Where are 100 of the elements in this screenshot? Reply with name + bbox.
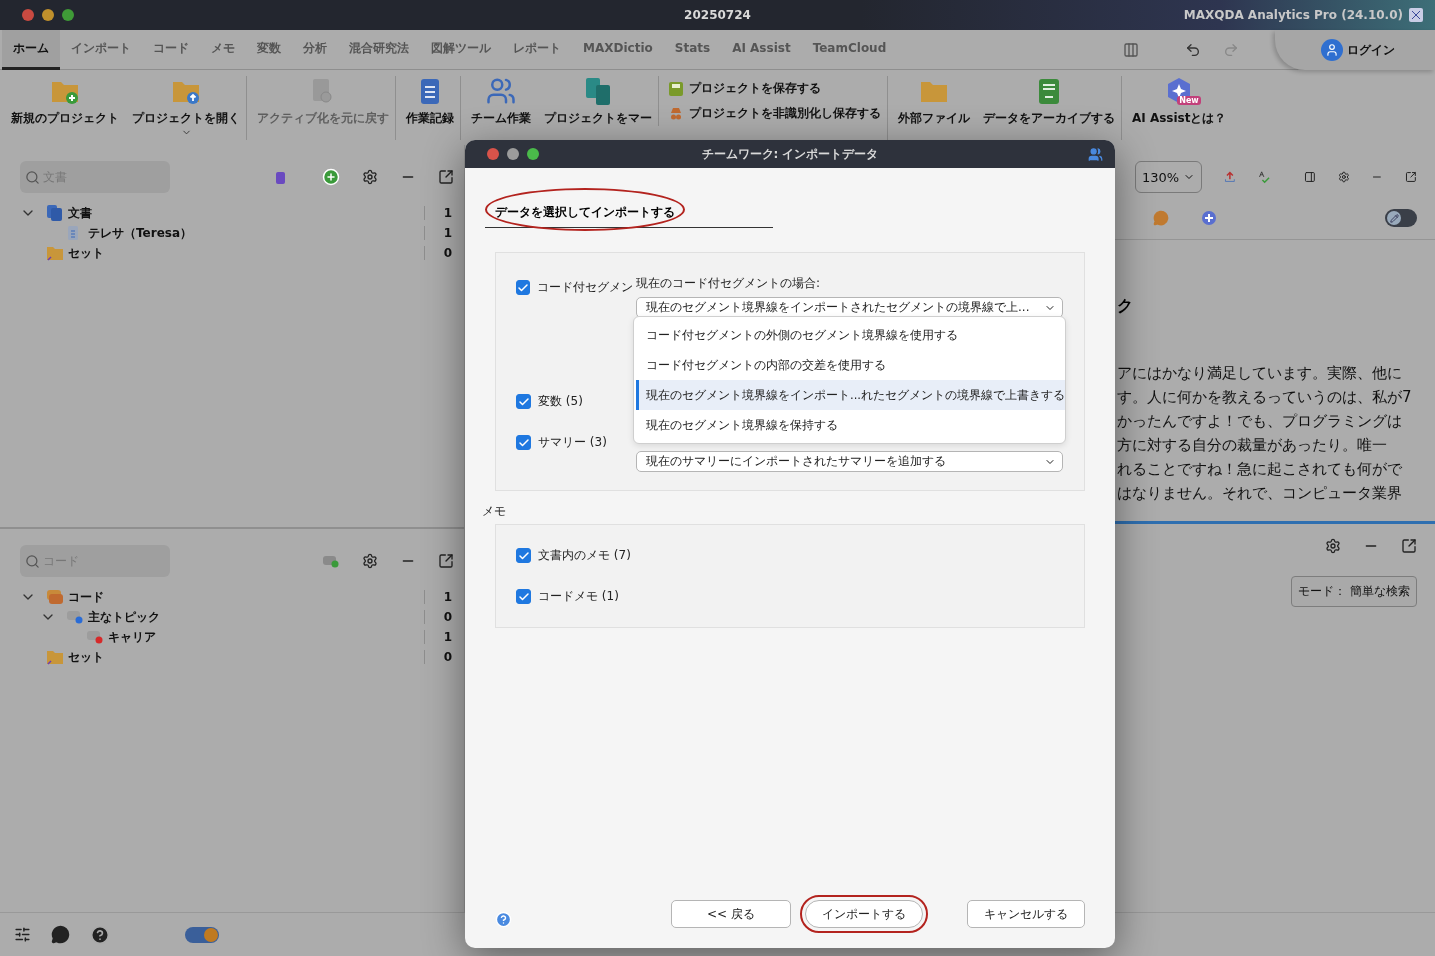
dropdown-option[interactable]: コード付セグメントの内部の交差を使用する	[634, 350, 1065, 380]
minimize-button[interactable]	[42, 9, 54, 21]
document-heading: ク	[1117, 296, 1134, 317]
settings-icon[interactable]	[1325, 538, 1341, 554]
checkbox[interactable]	[516, 548, 531, 563]
tree-item[interactable]: キャリア	[108, 628, 156, 646]
ribbon-button[interactable]: 新規のプロジェクト	[4, 76, 125, 140]
document-text: 方に対する自分の裁量があったり。唯一	[1117, 435, 1388, 456]
item-count: 1	[424, 590, 454, 604]
dialog-title: チームワーク: インポートデータ	[701, 145, 879, 163]
chat-icon[interactable]	[51, 925, 70, 944]
users-icon	[486, 76, 516, 106]
checkbox[interactable]	[516, 394, 531, 409]
spellcheck-icon[interactable]	[1257, 169, 1270, 185]
checkbox-label: サマリー (3)	[538, 434, 607, 451]
tree-item[interactable]: 主なトピック	[88, 608, 160, 626]
pop-out-icon[interactable]	[1401, 538, 1417, 554]
document-text: かったんですよ！でも、プログラミングは	[1117, 411, 1403, 432]
save-icon	[669, 81, 683, 96]
dropdown-option[interactable]: コード付セグメントの外側のセグメント境界線を使用する	[634, 320, 1065, 350]
ribbon-button[interactable]: プロジェクトを保存する	[658, 76, 881, 101]
pop-out-icon[interactable]	[1405, 169, 1417, 185]
ribbon-button[interactable]: 作業記録	[395, 76, 460, 140]
search-icon	[25, 553, 40, 569]
undo-icon[interactable]	[1185, 41, 1201, 58]
close-button[interactable]	[487, 148, 499, 160]
edit-toggle[interactable]	[1385, 209, 1417, 227]
app-name: MAXQDA Analytics Pro (24.10.0)	[1183, 8, 1403, 22]
checkbox[interactable]	[516, 435, 531, 450]
users-icon	[1088, 146, 1103, 162]
set-folder-icon	[46, 245, 64, 261]
item-count: 0	[424, 650, 454, 664]
code-tag-icon	[66, 610, 84, 624]
ribbon-button[interactable]: プロジェクトを開く	[125, 76, 246, 140]
code-tags-icon	[46, 589, 64, 605]
dropdown-select[interactable]: 現在のサマリーにインポートされたサマリーを追加する	[636, 451, 1063, 472]
sliders-icon[interactable]	[14, 926, 31, 943]
close-button[interactable]	[22, 9, 34, 21]
document-text: す。人に何かを教えるっていうのは、私が7	[1117, 387, 1413, 408]
dropdown-option[interactable]: 現在のセグメント境界線をインポート...れたセグメントの境界線で上書きする	[636, 380, 1065, 410]
user-avatar-icon	[1321, 39, 1343, 61]
select-caption: 現在のコード付セグメントの場合:	[636, 275, 822, 292]
settings-icon[interactable]	[362, 169, 378, 185]
window-title: 20250724	[684, 8, 751, 22]
tree-item[interactable]: コード	[68, 588, 104, 606]
zoom-button[interactable]	[62, 9, 74, 21]
pop-out-icon[interactable]	[438, 553, 454, 569]
checkbox-label: 変数 (5)	[538, 393, 583, 410]
minimize-button[interactable]	[507, 148, 519, 160]
tree-item[interactable]: セット	[68, 648, 104, 666]
columns-icon[interactable]	[1123, 41, 1139, 58]
search-icon	[25, 169, 40, 185]
item-count: 1	[424, 226, 454, 240]
checkbox-label: コードメモ (1)	[538, 588, 619, 605]
item-count: 0	[424, 246, 454, 260]
code-tag-icon	[86, 630, 104, 644]
section-heading: データを選択してインポートする	[485, 188, 685, 231]
ribbon-button[interactable]: プロジェクトを非識別化し保存する	[658, 101, 881, 126]
zoom-select[interactable]: 130%	[1135, 161, 1203, 193]
disguise-icon	[669, 106, 683, 121]
toggle-switch[interactable]	[185, 926, 219, 943]
merge-documents-icon	[583, 76, 613, 106]
checkbox[interactable]	[516, 280, 530, 295]
ribbon-button[interactable]: New AI Assistとは？	[1121, 76, 1233, 140]
pop-out-icon[interactable]	[438, 169, 454, 185]
ribbon-button[interactable]: データをアーカイブする	[976, 76, 1121, 140]
dialog-button[interactable]: キャンセルする	[967, 900, 1085, 928]
item-count: 0	[424, 610, 454, 624]
settings-icon[interactable]	[362, 553, 378, 569]
document-text: れることですね！急に起こされても何がで	[1117, 459, 1403, 480]
documents-icon	[46, 204, 64, 222]
checkbox[interactable]	[516, 589, 531, 604]
document-text: アにはかなり満足しています。実際、他に	[1117, 363, 1403, 384]
document-icon[interactable]	[274, 170, 286, 184]
help-icon[interactable]	[90, 924, 110, 945]
menu-tab[interactable]: ホーム	[2, 29, 60, 70]
checkbox-label: 文書内のメモ (7)	[538, 547, 631, 564]
dialog-button[interactable]: << 戻る	[671, 900, 791, 928]
upload-icon[interactable]	[1224, 169, 1236, 185]
dropdown-option[interactable]: 現在のセグメント境界線を保持する	[634, 410, 1065, 440]
settings-icon[interactable]	[1337, 169, 1350, 185]
item-count: 1	[424, 206, 454, 220]
add-icon[interactable]	[322, 168, 340, 186]
section-label: メモ	[482, 503, 507, 520]
tree-item[interactable]: テレサ（Teresa）	[88, 224, 193, 242]
ribbon-button[interactable]: プロジェクトをマー	[537, 76, 658, 140]
login-button[interactable]: ログイン	[1315, 38, 1401, 62]
checkbox-label: コード付セグメン	[537, 279, 633, 296]
dropdown-select[interactable]: 現在のセグメント境界線をインポートされたセグメントの境界線で上...	[636, 297, 1063, 318]
zoom-button[interactable]	[527, 148, 539, 160]
app-logo-icon	[1409, 8, 1423, 22]
document-text: はなりません。それで、コンピュータ業界	[1117, 483, 1403, 504]
document-icon	[66, 225, 80, 241]
tree-item[interactable]: 文書	[68, 204, 92, 222]
panel-icon[interactable]	[1303, 169, 1316, 185]
set-folder-icon	[46, 649, 64, 665]
item-count: 1	[424, 630, 454, 644]
mode-button[interactable]: モード： 簡単な検索	[1291, 576, 1417, 607]
tree-item[interactable]: セット	[68, 244, 104, 262]
new-badge: New	[1177, 96, 1201, 105]
